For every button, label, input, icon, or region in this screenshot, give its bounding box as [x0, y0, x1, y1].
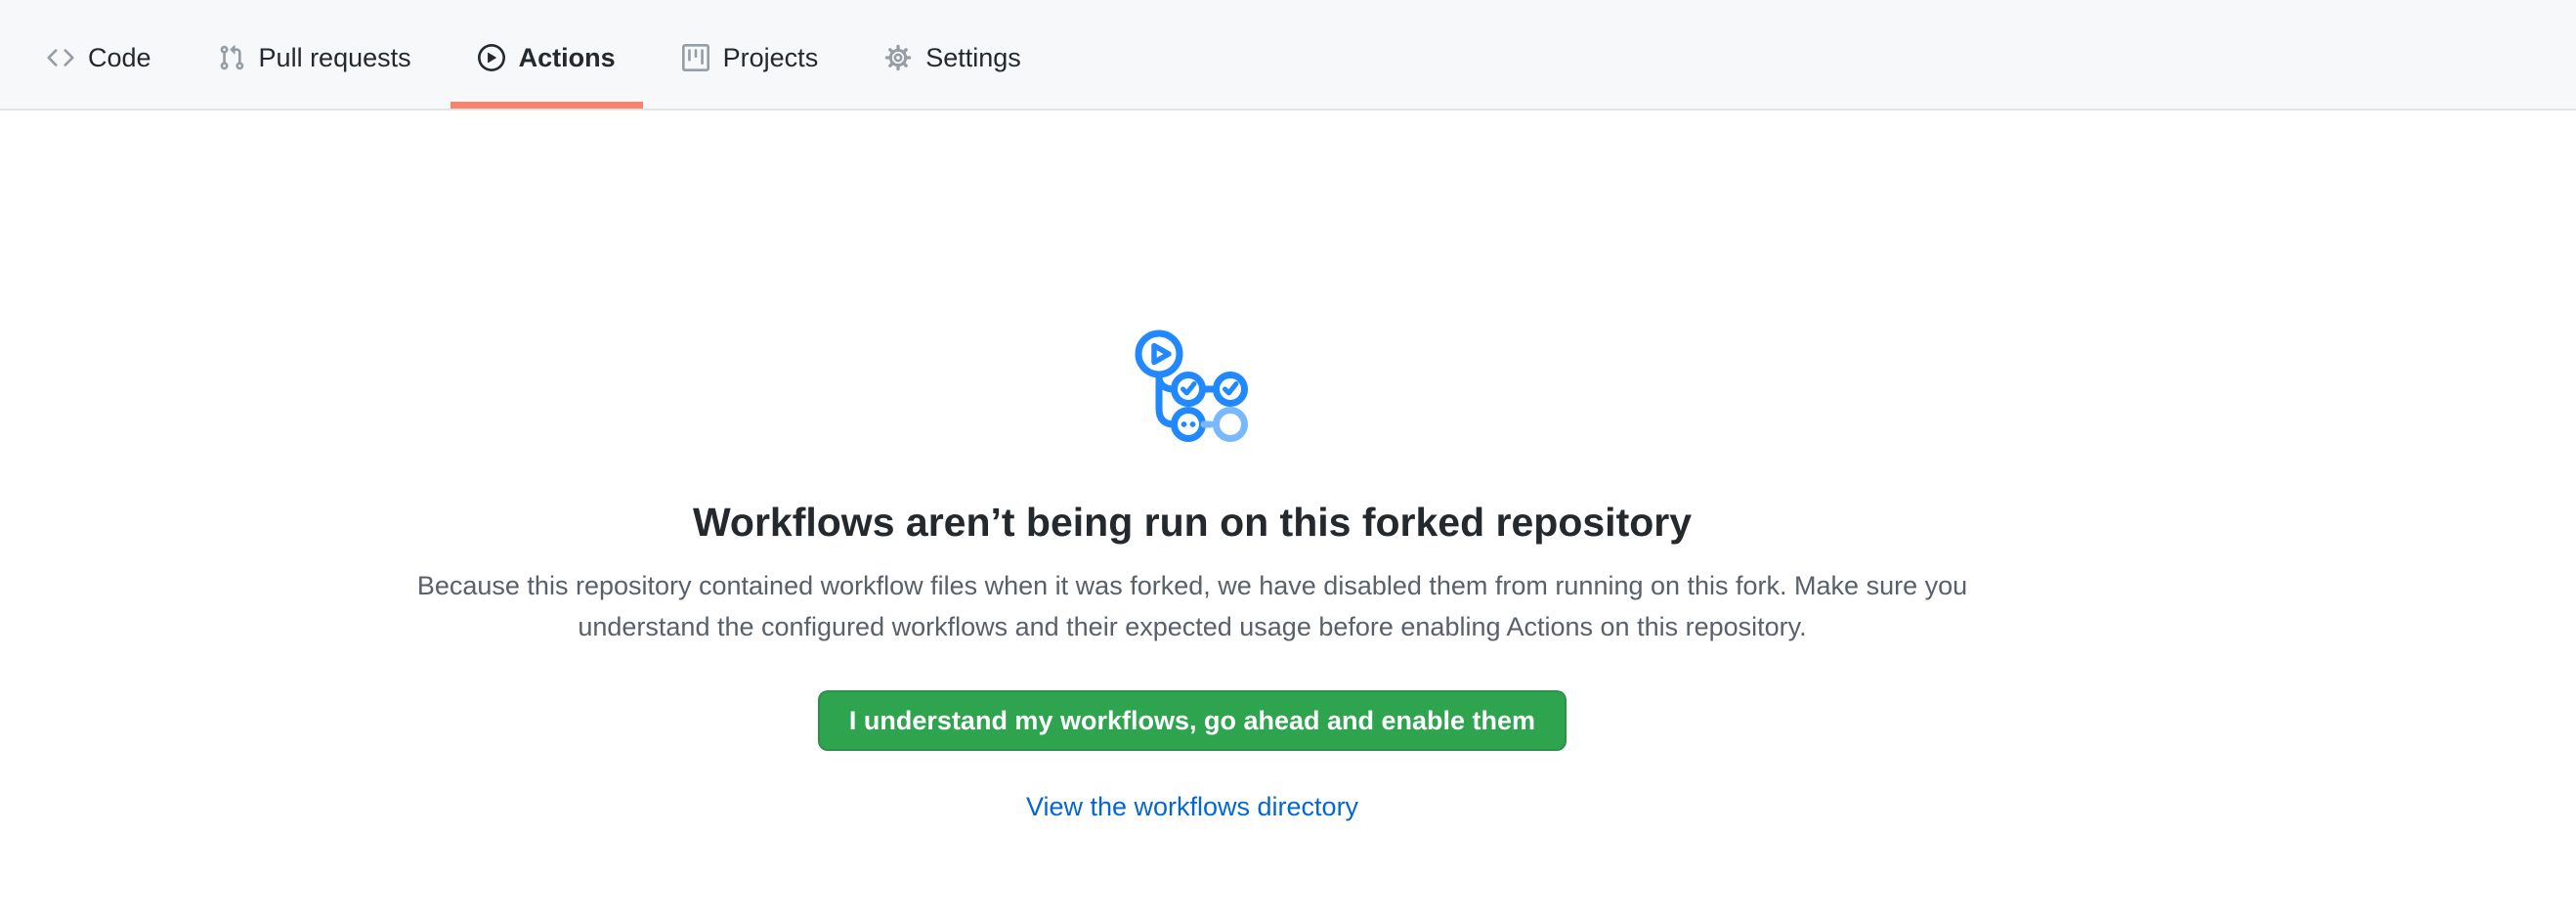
tab-pull-requests-label: Pull requests: [259, 45, 411, 71]
enable-workflows-button[interactable]: I understand my workflows, go ahead and …: [818, 690, 1567, 751]
tab-actions-label: Actions: [519, 45, 616, 71]
blankslate-title: Workflows aren’t being run on this forke…: [0, 499, 2384, 546]
tab-settings[interactable]: Settings: [857, 0, 1049, 109]
blankslate-description: Because this repository contained workfl…: [381, 565, 2003, 647]
tab-code[interactable]: Code: [20, 0, 179, 109]
git-pull-request-icon: [218, 44, 245, 71]
play-circle-icon: [478, 44, 505, 71]
tab-code-label: Code: [88, 45, 151, 71]
tab-actions[interactable]: Actions: [451, 0, 643, 109]
gear-icon: [884, 44, 912, 71]
actions-blankslate: Workflows aren’t being run on this forke…: [0, 324, 2384, 822]
workflow-graph-icon: [0, 324, 2384, 448]
view-workflows-directory-link[interactable]: View the workflows directory: [1026, 792, 1358, 822]
tab-projects-label: Projects: [723, 45, 819, 71]
tab-pull-requests[interactable]: Pull requests: [191, 0, 439, 109]
code-icon: [47, 44, 74, 71]
tab-settings-label: Settings: [925, 45, 1021, 71]
tab-projects[interactable]: Projects: [655, 0, 846, 109]
project-board-icon: [682, 44, 709, 71]
repo-tab-nav: Code Pull requests Actions Projects: [0, 0, 2576, 110]
